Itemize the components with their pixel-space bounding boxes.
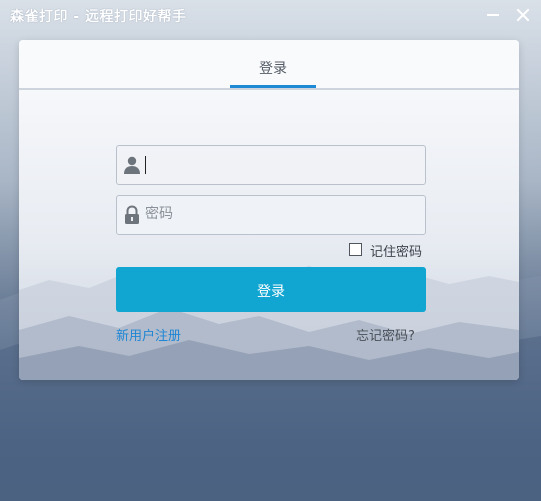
close-button[interactable] [514, 6, 532, 24]
remember-password-label: 记住密码 [370, 245, 423, 260]
title-bar: 森雀打印 - 远程打印好帮手 [0, 0, 541, 32]
login-button-label: 登录 [257, 284, 285, 300]
register-link[interactable]: 新用户注册 [116, 325, 181, 344]
username-field[interactable] [116, 145, 426, 185]
app-window: 森雀打印 - 远程打印好帮手 登录 记住密码 登录 新用户注册 忘记密码? [0, 0, 541, 501]
remember-password-checkbox[interactable] [349, 243, 362, 256]
tab-bar: 登录 [19, 40, 519, 90]
user-icon [123, 155, 141, 175]
minimize-icon [487, 14, 499, 16]
login-button[interactable]: 登录 [116, 267, 426, 312]
password-field[interactable] [116, 195, 426, 235]
minimize-button[interactable] [484, 6, 502, 24]
tab-login[interactable]: 登录 [230, 40, 316, 88]
active-tab-indicator [230, 85, 316, 88]
lock-icon [123, 205, 141, 225]
tab-login-label: 登录 [259, 61, 287, 77]
username-input[interactable] [145, 150, 415, 178]
close-icon [516, 8, 530, 22]
forgot-password-link[interactable]: 忘记密码? [356, 325, 415, 344]
password-input[interactable] [145, 200, 415, 228]
window-title: 森雀打印 - 远程打印好帮手 [10, 9, 187, 25]
login-panel: 登录 记住密码 登录 新用户注册 忘记密码? [19, 40, 519, 380]
